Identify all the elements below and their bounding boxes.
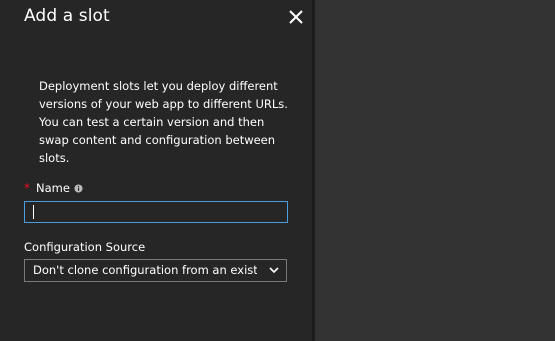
panel-title: Add a slot [24, 6, 110, 26]
chevron-down-icon [269, 267, 279, 274]
info-icon[interactable] [74, 183, 83, 193]
name-field-label: * Name [24, 181, 83, 195]
blade-background [315, 0, 555, 341]
required-marker: * [24, 181, 30, 195]
close-icon[interactable] [287, 8, 305, 26]
text-caret [33, 205, 34, 219]
configuration-source-label: Configuration Source [24, 240, 146, 254]
description-text: Deployment slots let you deploy differen… [39, 79, 288, 165]
name-label-text: Name [36, 181, 70, 195]
name-input[interactable] [24, 201, 288, 223]
add-slot-panel: Add a slot Deployment slots let you depl… [0, 0, 312, 341]
configuration-source-dropdown[interactable]: Don't clone configuration from an existi… [24, 259, 287, 282]
configuration-source-selected: Don't clone configuration from an existi… [33, 263, 257, 277]
